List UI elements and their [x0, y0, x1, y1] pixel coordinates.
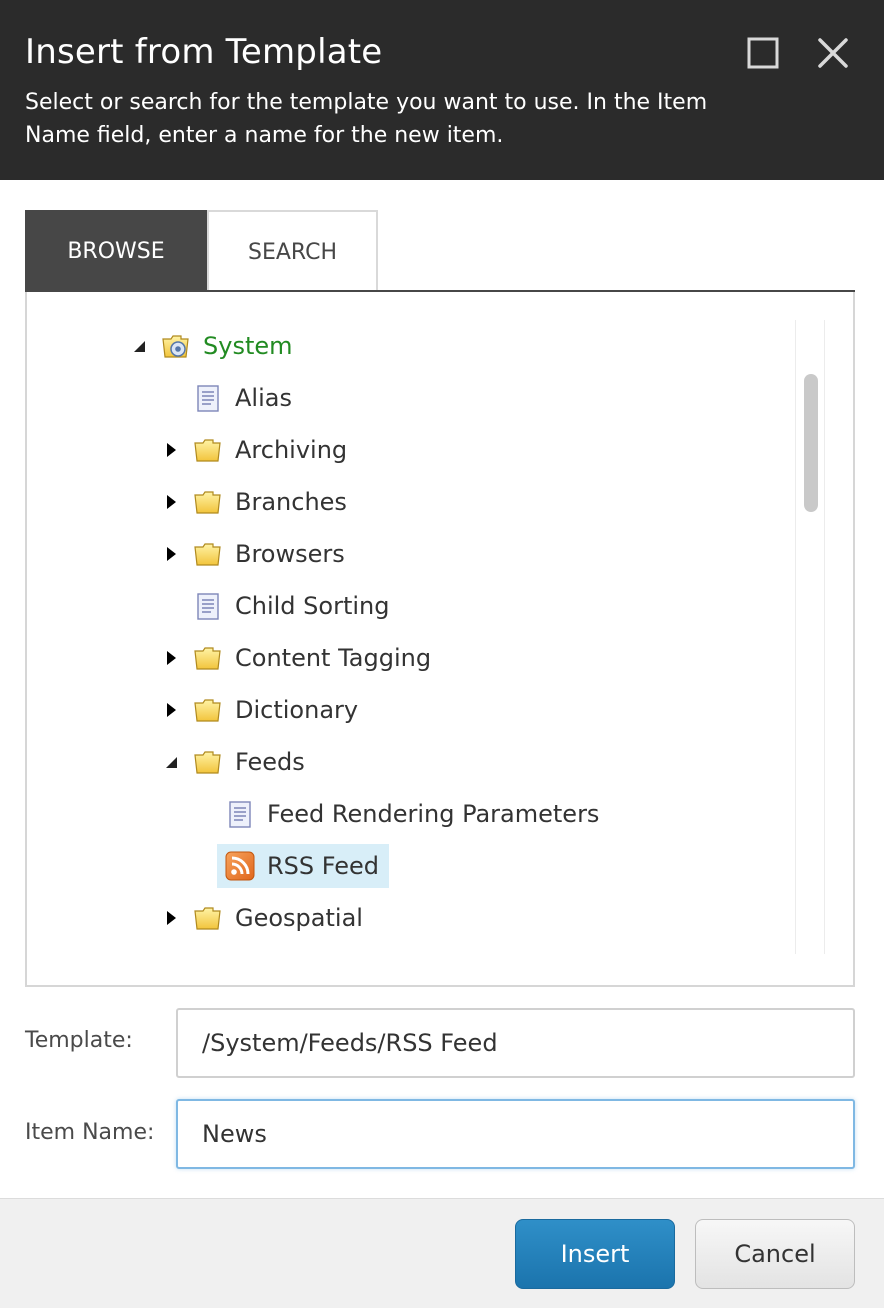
- tree-item-label: RSS Feed: [267, 852, 380, 880]
- template-field[interactable]: /System/Feeds/RSS Feed: [176, 1008, 855, 1078]
- dialog-header: Insert from Template Select or search fo…: [0, 0, 884, 180]
- tree-item-label: Alias: [235, 384, 292, 412]
- insert-from-template-dialog: Insert from Template Select or search fo…: [0, 0, 884, 1308]
- collapsed-arrow-icon[interactable]: [161, 700, 181, 720]
- tree-item-archiving[interactable]: Archiving: [161, 428, 347, 472]
- expanded-arrow-icon[interactable]: [129, 336, 149, 356]
- item-name-label: Item Name:: [25, 1120, 155, 1145]
- tree-item-system[interactable]: System: [129, 324, 293, 368]
- tree-item-label: Feeds: [235, 748, 305, 776]
- folder-icon: [194, 907, 221, 930]
- cancel-button[interactable]: Cancel: [695, 1219, 855, 1289]
- tree-item-label: Geospatial: [235, 904, 363, 932]
- template-icon: [197, 385, 219, 412]
- collapsed-arrow-icon[interactable]: [161, 492, 181, 512]
- folder-icon: [194, 439, 221, 462]
- scrollbar-thumb[interactable]: [804, 374, 818, 512]
- selected-highlight: RSS Feed: [217, 844, 390, 888]
- tree-item-child-sorting[interactable]: Child Sorting: [161, 584, 389, 628]
- collapsed-arrow-icon[interactable]: [161, 544, 181, 564]
- folder-icon: [194, 699, 221, 722]
- tree-item-feeds[interactable]: Feeds: [161, 740, 305, 784]
- tree-item-label: Content Tagging: [235, 644, 432, 672]
- tree-item-label: Dictionary: [235, 696, 359, 724]
- dialog-title: Insert from Template: [25, 32, 383, 72]
- template-label: Template:: [25, 1028, 133, 1053]
- tree-item-alias[interactable]: Alias: [161, 376, 292, 420]
- expanded-arrow-icon[interactable]: [161, 752, 181, 772]
- tree-item-content-tagging[interactable]: Content Tagging: [161, 636, 431, 680]
- tree-item-label: Browsers: [235, 540, 345, 568]
- tree-item-browsers[interactable]: Browsers: [161, 532, 345, 576]
- tree-item-rss-feed[interactable]: RSS Feed: [217, 844, 390, 888]
- dialog-description: Select or search for the template you wa…: [25, 90, 708, 148]
- insert-button[interactable]: Insert: [515, 1219, 675, 1289]
- maximize-icon[interactable]: [746, 36, 780, 70]
- folder-icon: [194, 751, 221, 774]
- dialog-footer: Insert Cancel: [0, 1198, 884, 1308]
- tab-browse[interactable]: BROWSE: [25, 210, 207, 292]
- collapsed-arrow-icon[interactable]: [161, 648, 181, 668]
- item-name-field[interactable]: News: [176, 1099, 855, 1169]
- template-icon: [229, 801, 251, 828]
- folder-icon: [194, 543, 221, 566]
- tab-search[interactable]: SEARCH: [207, 210, 378, 292]
- template-icon: [197, 593, 219, 620]
- tree-item-label: Feed Rendering Parameters: [267, 800, 600, 828]
- tree-item-label: Branches: [235, 488, 347, 516]
- rss-icon: [225, 851, 255, 881]
- template-tree[interactable]: System Alias Archiving Branches Browsers…: [25, 292, 855, 987]
- folder-icon: [194, 491, 221, 514]
- tree-item-geospatial[interactable]: Geospatial: [161, 896, 363, 940]
- tree-item-feed-rendering-parameters[interactable]: Feed Rendering Parameters: [193, 792, 599, 836]
- collapsed-arrow-icon[interactable]: [161, 908, 181, 928]
- tree-item-label: Child Sorting: [235, 592, 390, 620]
- system-folder-icon: [162, 335, 189, 358]
- tree-item-dictionary[interactable]: Dictionary: [161, 688, 358, 732]
- tree-scrollbar[interactable]: [795, 320, 825, 954]
- tree-item-label: System: [203, 332, 293, 360]
- close-icon[interactable]: [816, 36, 850, 70]
- collapsed-arrow-icon[interactable]: [161, 440, 181, 460]
- tree-item-branches[interactable]: Branches: [161, 480, 347, 524]
- tree-item-label: Archiving: [235, 436, 348, 464]
- folder-icon: [194, 647, 221, 670]
